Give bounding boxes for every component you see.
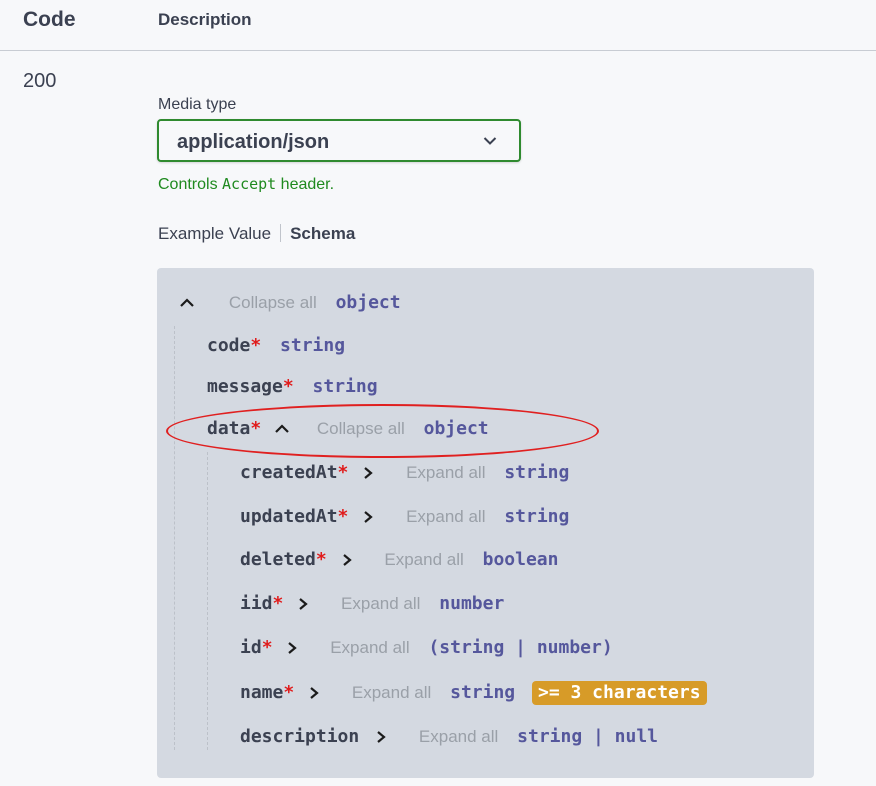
media-type-label: Media type [158,96,237,113]
type-label: string [312,376,378,397]
chevron-right-icon[interactable] [363,510,373,524]
type-label: string [504,506,570,527]
constraint-badge: >= 3 characters [532,681,707,705]
collapse-all-toggle[interactable]: Collapse all [317,419,405,438]
tab-schema[interactable]: Schema [290,224,355,243]
example-schema-tabs: Example Value Schema [158,224,355,244]
required-marker: * [272,593,284,614]
expand-all-toggle[interactable]: Expand all [406,507,485,526]
chevron-down-icon [483,137,497,145]
required-marker: * [337,462,349,483]
header-divider [0,50,876,51]
schema-prop-deleted: deleted* Expand all boolean [240,549,559,570]
expand-all-toggle[interactable]: Expand all [352,683,431,702]
schema-prop-code: code* string [207,335,346,356]
chevron-right-icon[interactable] [363,466,373,480]
required-marker: * [282,376,294,397]
chevron-right-icon[interactable] [287,641,298,655]
type-label: number [439,593,505,614]
required-marker: * [250,418,262,439]
schema-prop-iid: iid* Expand all number [240,593,505,614]
schema-prop-updatedAt: updatedAt* Expand all string [240,506,570,527]
tree-guide-line [174,326,175,750]
type-label: string [450,682,516,703]
schema-prop-createdAt: createdAt* Expand all string [240,462,570,483]
schema-root-row: Collapse all object [179,292,401,313]
schema-prop-message: message* string [207,376,378,397]
collapse-all-toggle[interactable]: Collapse all [229,293,317,312]
chevron-right-icon[interactable] [298,597,308,611]
type-label: string [504,462,570,483]
chevron-up-icon[interactable] [179,297,195,309]
expand-all-toggle[interactable]: Expand all [341,594,420,613]
schema-prop-data: data* Collapse all object [207,418,489,439]
schema-prop-id: id* Expand all (string | number) [240,637,613,658]
expand-all-toggle[interactable]: Expand all [330,638,409,657]
media-type-select[interactable]: application/json [157,119,521,162]
type-label: string [280,335,346,356]
required-marker: * [315,549,327,570]
tree-guide-line-nested [207,452,208,750]
expand-all-toggle[interactable]: Expand all [406,463,485,482]
type-label: string | null [517,726,659,747]
tab-example-value[interactable]: Example Value [158,224,271,243]
type-label: object [335,292,401,313]
code-column-header: Code [23,8,76,31]
required-marker: * [337,506,349,527]
schema-prop-description: description Expand all string | null [240,726,659,747]
media-type-selected-value: application/json [177,131,330,153]
response-code: 200 [23,70,57,92]
tab-separator [280,224,282,242]
expand-all-toggle[interactable]: Expand all [384,550,463,569]
required-marker: * [250,335,262,356]
chevron-right-icon[interactable] [376,730,386,744]
description-column-header: Description [158,10,252,29]
chevron-right-icon[interactable] [309,686,319,700]
required-marker: * [261,637,273,658]
schema-prop-name: name* Expand all string >= 3 characters [240,681,707,705]
chevron-up-icon[interactable] [274,423,290,435]
expand-all-toggle[interactable]: Expand all [419,727,498,746]
type-label: boolean [482,549,559,570]
controls-accept-hint: Controls Accept header. [158,175,335,193]
type-label: object [423,418,489,439]
type-label: (string | number) [428,637,613,658]
required-marker: * [283,682,295,703]
chevron-right-icon[interactable] [342,553,352,567]
